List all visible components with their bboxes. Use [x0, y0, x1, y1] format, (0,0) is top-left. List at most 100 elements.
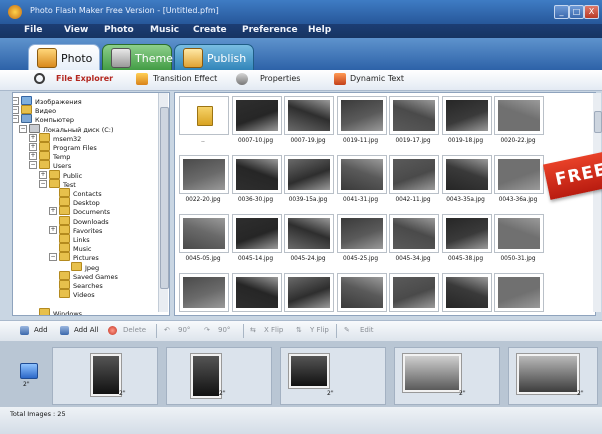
tree-node[interactable]: Searches [59, 280, 103, 290]
add-button[interactable]: Add [34, 326, 48, 334]
timeline-slide[interactable]: 2" [394, 347, 500, 405]
photo-thumbnail[interactable] [389, 273, 439, 312]
timeline-slide[interactable]: 2" [52, 347, 158, 405]
tree-node[interactable]: Public [49, 169, 82, 180]
photo-thumbnail[interactable] [284, 214, 334, 253]
photo-thumbnail[interactable] [494, 155, 544, 194]
photo-thumbnail[interactable] [231, 155, 282, 194]
xflip-button[interactable]: X Flip [264, 326, 283, 334]
tree-node[interactable]: Documents [59, 206, 110, 216]
tree-node[interactable]: Компьютер [21, 114, 74, 124]
transition-effect-button[interactable]: Transition Effect [153, 74, 217, 83]
tree-expander[interactable]: − [49, 253, 57, 262]
photo-thumbnail[interactable] [336, 273, 387, 312]
tree-node[interactable]: Temp [39, 151, 70, 161]
menu-music[interactable]: Music [150, 25, 179, 35]
tree-node[interactable]: Видео [21, 105, 56, 115]
menu-photo[interactable]: Photo [104, 25, 134, 35]
timeline-slide[interactable]: 2" [280, 347, 386, 405]
tree-node[interactable]: msem32 [39, 132, 81, 143]
transition-effect-icon[interactable] [20, 363, 38, 379]
slide-thumbnail [289, 354, 329, 388]
menu-view[interactable]: View [64, 25, 88, 35]
photo-preview [340, 277, 383, 308]
tree-node[interactable]: Favorites [59, 224, 102, 235]
tab-theme[interactable]: Theme [102, 44, 173, 71]
properties-button[interactable]: Properties [260, 74, 300, 83]
tab-photo[interactable]: Photo [28, 44, 100, 71]
tree-node[interactable]: Windows [39, 307, 82, 315]
photo-thumbnail[interactable] [336, 155, 387, 194]
tree-expander[interactable]: − [19, 124, 27, 133]
tree-node[interactable]: Downloads [59, 215, 109, 226]
photo-thumbnail[interactable] [179, 155, 229, 194]
tree-expander[interactable]: − [13, 106, 19, 115]
edit-button[interactable]: Edit [360, 326, 374, 334]
photo-thumbnail[interactable] [494, 214, 544, 253]
maximize-button[interactable]: □ [569, 5, 584, 19]
tree-expander[interactable]: + [29, 133, 37, 142]
tree-node[interactable]: Program Files [39, 142, 97, 152]
tree-node[interactable]: Pictures [59, 252, 99, 262]
tree-node[interactable]: Saved Games [59, 270, 118, 281]
close-button[interactable]: X [584, 5, 599, 19]
photo-thumbnail[interactable] [441, 273, 492, 312]
photo-thumbnail[interactable] [179, 273, 229, 312]
menu-file[interactable]: File [24, 25, 42, 35]
photo-thumbnail[interactable] [494, 96, 544, 135]
photo-thumbnail[interactable] [179, 214, 229, 253]
tree-node[interactable]: Videos [59, 289, 95, 299]
tree-expander[interactable]: − [13, 115, 19, 124]
photo-thumbnail[interactable] [284, 273, 334, 312]
tree-node[interactable]: Desktop [59, 197, 100, 207]
tab-publish[interactable]: Publish [174, 44, 254, 71]
tree-node[interactable]: Music [59, 243, 92, 253]
photo-thumbnail[interactable] [389, 155, 439, 194]
menu-create[interactable]: Create [193, 25, 227, 35]
tree-expander[interactable]: + [49, 207, 57, 216]
rotate-left-button[interactable]: 90° [178, 326, 190, 334]
tree-node[interactable]: Users [39, 160, 71, 170]
photo-thumbnail[interactable] [336, 96, 387, 135]
tree-node[interactable]: Локальный диск (C:) [29, 123, 114, 134]
timeline-slide[interactable]: 2" [166, 347, 272, 405]
photo-thumbnail[interactable] [231, 96, 282, 135]
add-all-button[interactable]: Add All [74, 326, 98, 334]
tree-node[interactable]: Test [49, 178, 76, 189]
parent-folder-item[interactable] [179, 96, 229, 135]
tree-expander[interactable]: − [29, 161, 37, 170]
tree-expander[interactable]: − [39, 179, 47, 188]
photo-thumbnail[interactable] [494, 273, 544, 312]
timeline-slide[interactable]: 2" [508, 347, 598, 405]
photo-thumbnail[interactable] [231, 273, 282, 312]
menu-preference[interactable]: Preference [242, 25, 298, 35]
tree-node[interactable]: Jpeg [71, 261, 99, 272]
photo-thumbnail[interactable] [389, 96, 439, 135]
rotate-right-button[interactable]: 90° [218, 326, 230, 334]
tree-expander[interactable]: + [49, 225, 57, 234]
file-explorer-button[interactable]: File Explorer [56, 74, 113, 83]
grid-scrollbar[interactable] [593, 93, 602, 312]
photo-thumbnail[interactable] [389, 214, 439, 253]
tree-expander[interactable]: + [29, 143, 37, 151]
tree-node[interactable]: Contacts [59, 188, 102, 198]
photo-thumbnail[interactable] [441, 214, 492, 253]
yflip-button[interactable]: Y Flip [310, 326, 329, 334]
dynamic-text-button[interactable]: Dynamic Text [350, 74, 404, 83]
photo-thumbnail[interactable] [284, 155, 334, 194]
delete-button[interactable]: Delete [123, 326, 146, 334]
tree-scrollbar[interactable] [158, 93, 169, 312]
tree-expander[interactable]: + [29, 152, 37, 161]
yflip-icon: ⇅ [296, 326, 302, 334]
tree-expander[interactable]: + [39, 170, 47, 179]
photo-thumbnail[interactable] [441, 96, 492, 135]
menu-help[interactable]: Help [308, 25, 331, 35]
photo-thumbnail[interactable] [231, 214, 282, 253]
minimize-button[interactable]: _ [554, 5, 569, 19]
tree-expander[interactable]: − [13, 97, 19, 105]
photo-thumbnail[interactable] [284, 96, 334, 135]
photo-thumbnail[interactable] [441, 155, 492, 194]
tree-node[interactable]: Links [59, 234, 90, 244]
photo-thumbnail[interactable] [336, 214, 387, 253]
tree-node[interactable]: Изображения [21, 96, 82, 106]
